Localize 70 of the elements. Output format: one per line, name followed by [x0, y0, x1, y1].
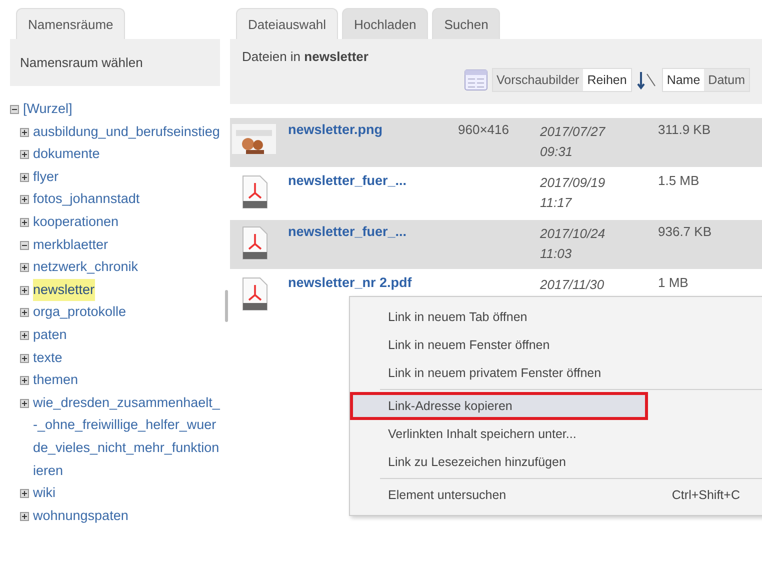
folder-heading: Dateien in newsletter [242, 49, 368, 64]
view-toggle[interactable]: Reihen [583, 69, 631, 91]
tree-item[interactable]: netzwerk_chronik [33, 256, 138, 279]
tree-item[interactable]: flyer [33, 166, 59, 188]
expand-icon[interactable] [20, 128, 29, 137]
view-toggle[interactable]: Vorschaubilder [492, 69, 584, 91]
tree-item[interactable]: fotos_johannstadt [33, 188, 140, 211]
expand-icon[interactable] [20, 376, 29, 386]
file-link[interactable]: newsletter_nr 2.pdf [288, 275, 412, 290]
tree-item[interactable]: texte [33, 346, 62, 370]
tree-item[interactable]: wiki [33, 482, 56, 505]
tree-item[interactable]: kooperationen [33, 210, 119, 234]
expand-icon[interactable] [20, 489, 29, 498]
expand-icon[interactable] [20, 512, 29, 521]
file-link[interactable]: newsletter_fuer_... [288, 224, 407, 239]
tree-item[interactable]: [Wurzel] [23, 98, 72, 121]
expand-icon[interactable] [20, 150, 29, 160]
tree-item[interactable]: orga_protokolle [33, 301, 126, 324]
tab[interactable]: Dateiauswahl [236, 8, 338, 39]
expand-icon[interactable] [20, 263, 29, 272]
expand-icon[interactable] [20, 354, 29, 363]
menu-item[interactable]: Link in neuem Fenster öffnen [350, 331, 762, 359]
file-time: 09:31 [540, 143, 574, 161]
namespaces-tab[interactable]: Namensräume [16, 8, 126, 39]
menu-item[interactable]: Element untersuchen Ctrl+Shift+C [350, 481, 762, 509]
menu-item[interactable]: Link in neuem Tab öffnen [350, 303, 762, 331]
pdf-file-icon [242, 226, 268, 260]
tree-item[interactable]: paten [33, 324, 67, 347]
file-time: 11:17 [540, 194, 573, 212]
file-link[interactable]: newsletter.png [288, 122, 383, 137]
menu-item[interactable]: Link in neuem privatem Fenster öffnen [350, 359, 762, 387]
file-size: 936.7 KB [658, 224, 712, 239]
file-size: 1.5 MB [658, 173, 700, 188]
menu-item[interactable]: Link-Adresse kopieren [350, 392, 648, 420]
file-date: 2017/09/19 [540, 174, 606, 192]
tree-item[interactable]: dokumente [33, 143, 100, 166]
file-size: 311.9 KB [658, 122, 711, 137]
tree-item[interactable]: ausbildung_und_berufseinstieg [33, 120, 220, 144]
tab[interactable]: Suchen [432, 8, 500, 39]
tab[interactable]: Hochladen [342, 8, 428, 39]
list-view-icon [464, 69, 488, 91]
expand-icon[interactable] [20, 286, 29, 295]
tree-item[interactable]: merkblaetter [33, 234, 108, 256]
sort-toggle[interactable]: Datum [704, 69, 749, 91]
resize-handle[interactable] [225, 290, 228, 322]
file-size: 1 MB [658, 275, 688, 290]
file-date: 2017/07/27 [540, 123, 606, 141]
file-date: 2017/10/24 [540, 225, 606, 243]
pdf-file-icon [242, 175, 268, 209]
expand-icon[interactable] [20, 218, 29, 227]
file-date: 2017/11/30 [540, 276, 606, 294]
collapse-icon[interactable] [10, 105, 19, 114]
menu-item[interactable]: Verlinkten Inhalt speichern unter... [350, 420, 762, 448]
tree-item[interactable]: themen [33, 369, 78, 392]
expand-icon[interactable] [20, 330, 29, 340]
menu-item[interactable]: Link zu Lesezeichen hinzufügen [350, 448, 762, 476]
file-link[interactable]: newsletter_fuer_... [288, 173, 407, 188]
file-time: 11:03 [540, 245, 573, 263]
image-dimensions: 960×416 [458, 122, 509, 137]
collapse-icon[interactable] [20, 240, 29, 250]
expand-icon[interactable] [20, 195, 29, 204]
expand-icon[interactable] [20, 398, 29, 408]
expand-icon[interactable] [20, 172, 29, 182]
tree-item[interactable]: wohnungspaten [33, 504, 128, 528]
sort-icon [636, 69, 658, 91]
pdf-file-icon [242, 277, 268, 311]
tree-item[interactable]: newsletter [33, 278, 95, 302]
expand-icon[interactable] [20, 308, 29, 318]
sort-toggle[interactable]: Name [662, 69, 704, 91]
panel-heading: Namensraum wählen [20, 55, 143, 70]
